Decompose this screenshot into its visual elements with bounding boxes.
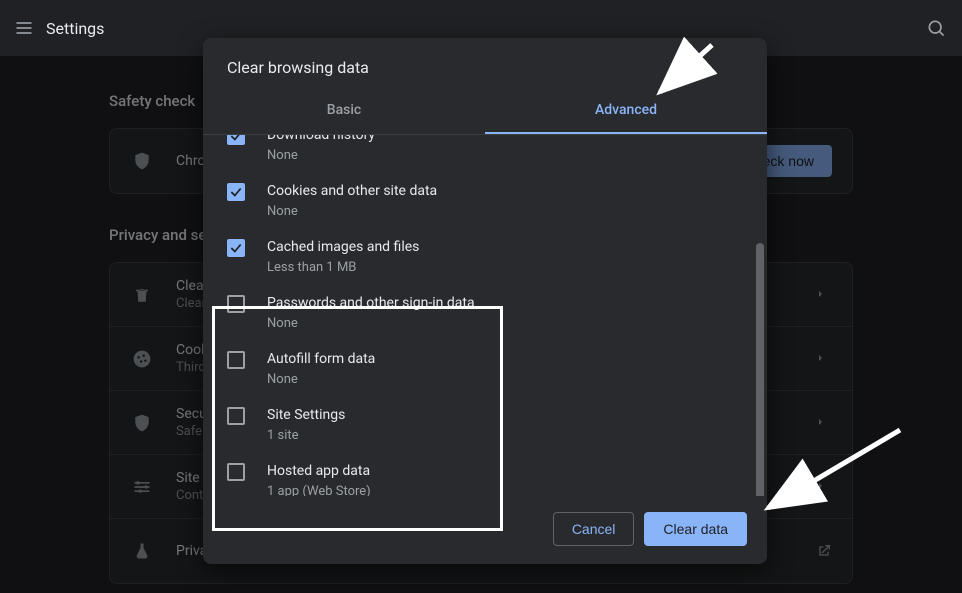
option-sub: None <box>267 147 375 165</box>
menu-icon[interactable] <box>6 10 42 46</box>
dialog-footer: Cancel Clear data <box>203 496 767 564</box>
option-label: Hosted app data <box>267 461 371 481</box>
checkbox-unchecked[interactable] <box>227 463 245 481</box>
dialog-body: Download history None Cookies and other … <box>203 135 767 497</box>
option-sub: 1 site <box>267 427 345 445</box>
option-sub: None <box>267 203 437 221</box>
option-sub: None <box>267 315 475 333</box>
dialog-title: Clear browsing data <box>203 38 767 91</box>
option-download-history[interactable]: Download history None <box>219 135 751 173</box>
option-cached[interactable]: Cached images and files Less than 1 MB <box>219 229 751 285</box>
option-autofill[interactable]: Autofill form data None <box>219 341 751 397</box>
checkbox-checked[interactable] <box>227 239 245 257</box>
checkbox-unchecked[interactable] <box>227 351 245 369</box>
option-label: Cached images and files <box>267 237 419 257</box>
scrollbar-thumb[interactable] <box>756 243 764 497</box>
option-label: Download history <box>267 135 375 145</box>
option-hosted-app[interactable]: Hosted app data 1 app (Web Store) <box>219 453 751 497</box>
page-title: Settings <box>46 19 104 38</box>
dialog-tabs: Basic Advanced <box>203 91 767 134</box>
option-sub: Less than 1 MB <box>267 259 419 277</box>
checkbox-checked[interactable] <box>227 135 245 145</box>
tab-advanced[interactable]: Advanced <box>485 91 767 134</box>
option-sub: None <box>267 371 375 389</box>
clear-data-button[interactable]: Clear data <box>644 512 747 546</box>
option-label: Site Settings <box>267 405 345 425</box>
tab-basic[interactable]: Basic <box>203 91 485 134</box>
checkbox-unchecked[interactable] <box>227 407 245 425</box>
cancel-button[interactable]: Cancel <box>553 512 635 546</box>
option-passwords[interactable]: Passwords and other sign-in data None <box>219 285 751 341</box>
search-icon[interactable] <box>918 10 954 46</box>
checkbox-unchecked[interactable] <box>227 295 245 313</box>
option-label: Cookies and other site data <box>267 181 437 201</box>
option-site-settings[interactable]: Site Settings 1 site <box>219 397 751 453</box>
clear-browsing-data-dialog: Clear browsing data Basic Advanced Downl… <box>203 38 767 564</box>
option-label: Autofill form data <box>267 349 375 369</box>
option-sub: 1 app (Web Store) <box>267 483 371 497</box>
option-label: Passwords and other sign-in data <box>267 293 475 313</box>
checkbox-checked[interactable] <box>227 183 245 201</box>
option-cookies[interactable]: Cookies and other site data None <box>219 173 751 229</box>
